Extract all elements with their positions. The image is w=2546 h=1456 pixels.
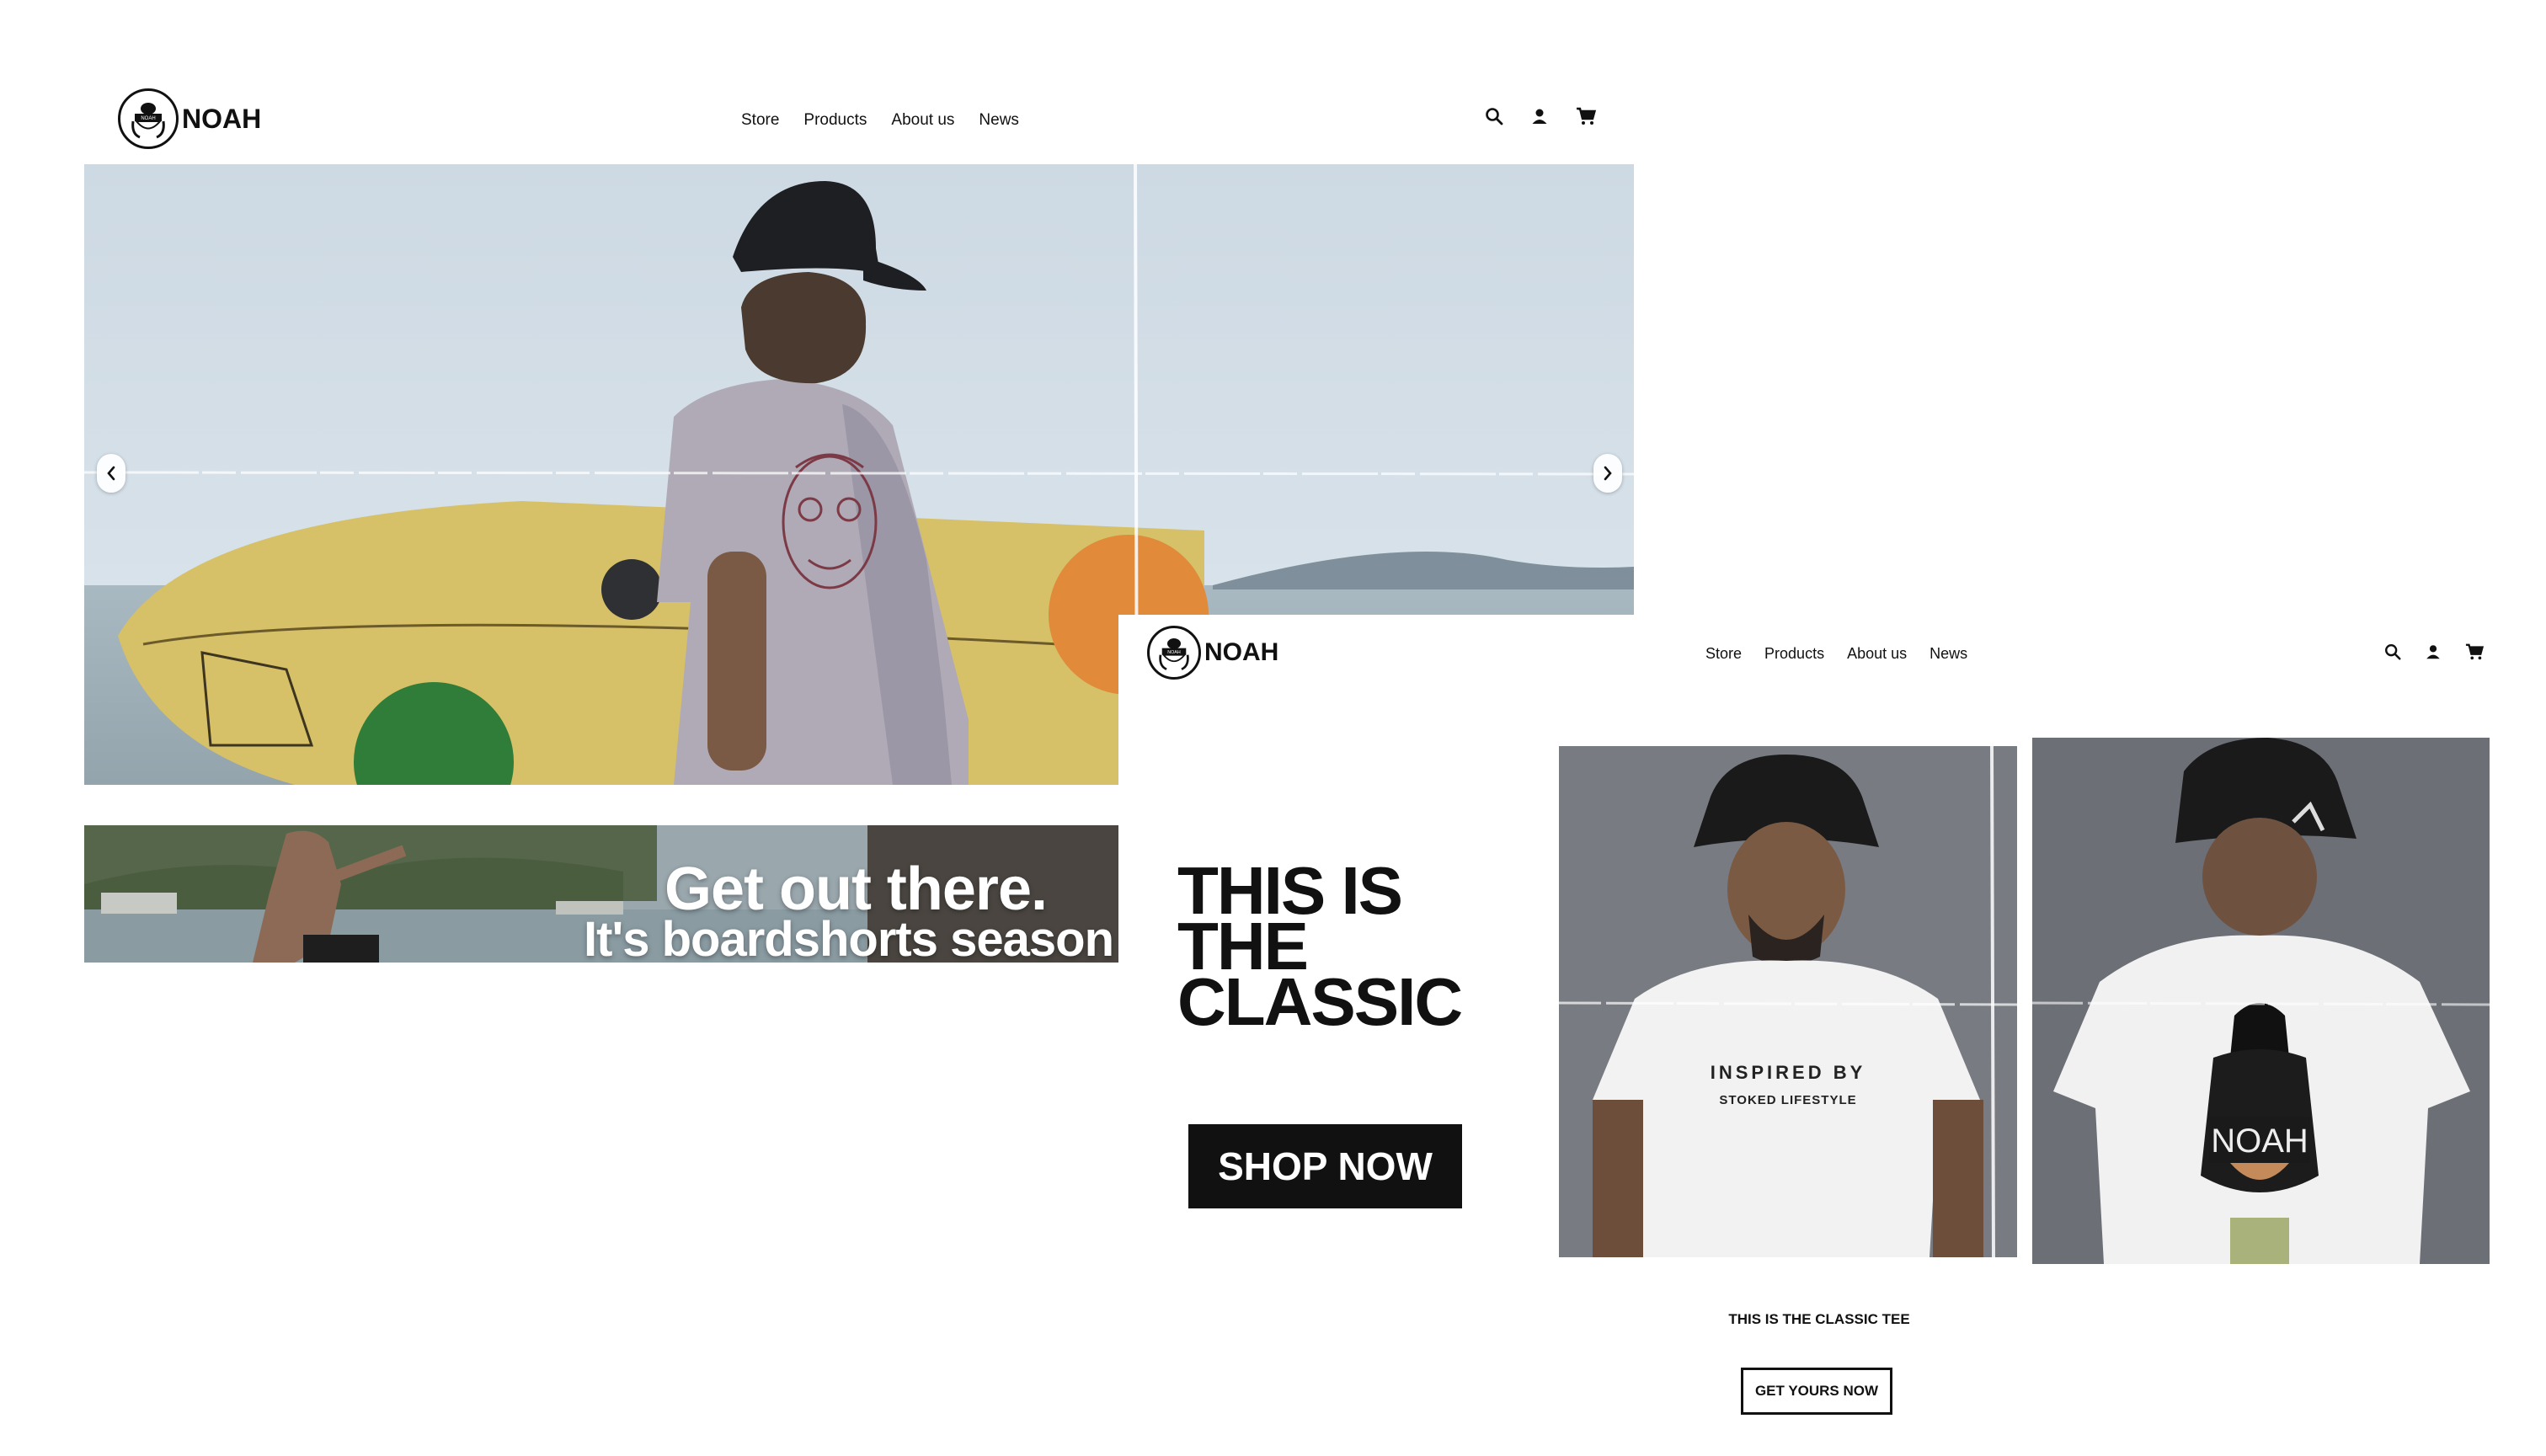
banner-subtitle: It's boardshorts season — [584, 912, 1114, 963]
header-actions — [1484, 106, 1597, 126]
classic-heading: THIS IS THE CLASSIC — [1177, 853, 1463, 1039]
front-print-line2: STOKED LIFESTYLE — [1719, 1093, 1856, 1107]
nav-store[interactable]: Store — [741, 111, 779, 130]
site-header: NOAH NOAH Store Products About us News — [1118, 615, 2543, 696]
boardshorts-banner[interactable]: Get out there. It's boardshorts season — [84, 825, 1118, 963]
search-icon[interactable] — [1484, 106, 1504, 126]
product-caption: THIS IS THE CLASSIC TEE — [1728, 1311, 1910, 1327]
search-icon[interactable] — [2383, 643, 2402, 661]
front-print-line1: INSPIRED BY — [1711, 1062, 1866, 1083]
site-header: NOAH NOAH Store Products About us News — [84, 84, 1634, 164]
nav-news[interactable]: News — [1930, 645, 1967, 663]
nav-products[interactable]: Products — [803, 111, 867, 130]
tee-front-photo[interactable]: INSPIRED BY STOKED LIFESTYLE — [1559, 746, 2017, 1257]
svg-text:NOAH: NOAH — [141, 116, 155, 121]
svg-text:NOAH: NOAH — [1167, 650, 1181, 655]
nav-about-us[interactable]: About us — [1847, 645, 1907, 663]
prev-slide-button[interactable] — [97, 454, 125, 493]
logo-emblem: NOAH — [1147, 626, 1201, 680]
classic-tee-page: NOAH NOAH Store Products About us News T… — [1118, 615, 2543, 1456]
nav-news[interactable]: News — [979, 111, 1019, 130]
nav-store[interactable]: Store — [1705, 645, 1742, 663]
header-actions — [2383, 643, 2485, 661]
cart-icon[interactable] — [2464, 643, 2485, 661]
mascot-icon: NOAH — [131, 103, 165, 139]
nav-products[interactable]: Products — [1764, 645, 1824, 663]
account-icon[interactable] — [1529, 106, 1550, 126]
brand-name[interactable]: NOAH — [1204, 638, 1278, 667]
get-yours-now-button[interactable]: GET YOURS NOW — [1741, 1368, 1892, 1415]
brand-logo[interactable]: NOAH NOAH — [118, 88, 261, 149]
cart-icon[interactable] — [1575, 106, 1597, 126]
main-nav: Store Products About us News — [1705, 645, 1967, 663]
brand-logo[interactable]: NOAH NOAH — [1147, 626, 1278, 680]
tee-back-photo[interactable]: NOAH — [2032, 738, 2490, 1264]
mascot-icon: NOAH — [1159, 638, 1189, 670]
brand-name[interactable]: NOAH — [182, 104, 261, 135]
chevron-right-icon — [1604, 466, 1612, 481]
shop-now-button[interactable]: SHOP NOW — [1188, 1124, 1462, 1208]
main-nav: Store Products About us News — [741, 111, 1019, 130]
next-slide-button[interactable] — [1593, 454, 1622, 493]
account-icon[interactable] — [2424, 643, 2442, 661]
chevron-left-icon — [107, 466, 115, 481]
nav-about-us[interactable]: About us — [891, 111, 954, 130]
logo-emblem: NOAH — [118, 88, 179, 149]
back-print-text: NOAH — [2211, 1123, 2308, 1160]
